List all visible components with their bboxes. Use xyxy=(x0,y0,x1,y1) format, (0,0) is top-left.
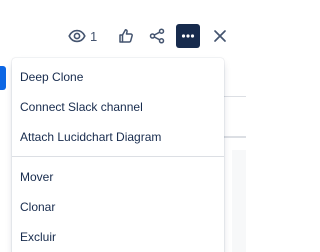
menu-item-excluir[interactable]: Excluir xyxy=(12,222,224,252)
menu-item-label: Clonar xyxy=(20,200,56,214)
watch-count: 1 xyxy=(90,28,98,44)
menu-item-connect-slack-channel[interactable]: Connect Slack channel xyxy=(12,92,224,122)
issue-view: 1 Deep Clone Connect Slack channel Attac… xyxy=(0,0,246,252)
issue-toolbar: 1 xyxy=(64,24,232,48)
primary-button-edge[interactable] xyxy=(0,66,6,90)
menu-item-label: Mover xyxy=(20,170,54,184)
menu-item-label: Attach Lucidchart Diagram xyxy=(20,130,162,144)
menu-item-clonar[interactable]: Clonar xyxy=(12,192,224,222)
share-icon xyxy=(149,28,165,44)
menu-item-attach-lucidchart-diagram[interactable]: Attach Lucidchart Diagram xyxy=(12,122,224,152)
watch-button[interactable]: 1 xyxy=(64,24,104,48)
menu-item-label: Excluir xyxy=(20,230,57,244)
menu-item-deep-clone[interactable]: Deep Clone xyxy=(12,62,224,92)
more-actions-menu: Deep Clone Connect Slack channel Attach … xyxy=(12,58,224,252)
menu-item-label: Connect Slack channel xyxy=(20,100,143,114)
more-actions-button[interactable] xyxy=(176,24,200,48)
eye-icon xyxy=(68,29,86,43)
close-button[interactable] xyxy=(208,24,232,48)
menu-item-mover[interactable]: Mover xyxy=(12,162,224,192)
like-button[interactable] xyxy=(114,24,138,48)
menu-divider xyxy=(12,156,224,157)
thumbs-up-icon xyxy=(118,28,134,44)
share-button[interactable] xyxy=(145,24,169,48)
more-horizontal-icon xyxy=(180,28,196,44)
close-icon xyxy=(213,29,227,43)
background-panel-edge xyxy=(232,150,246,252)
menu-item-label: Deep Clone xyxy=(20,70,84,84)
